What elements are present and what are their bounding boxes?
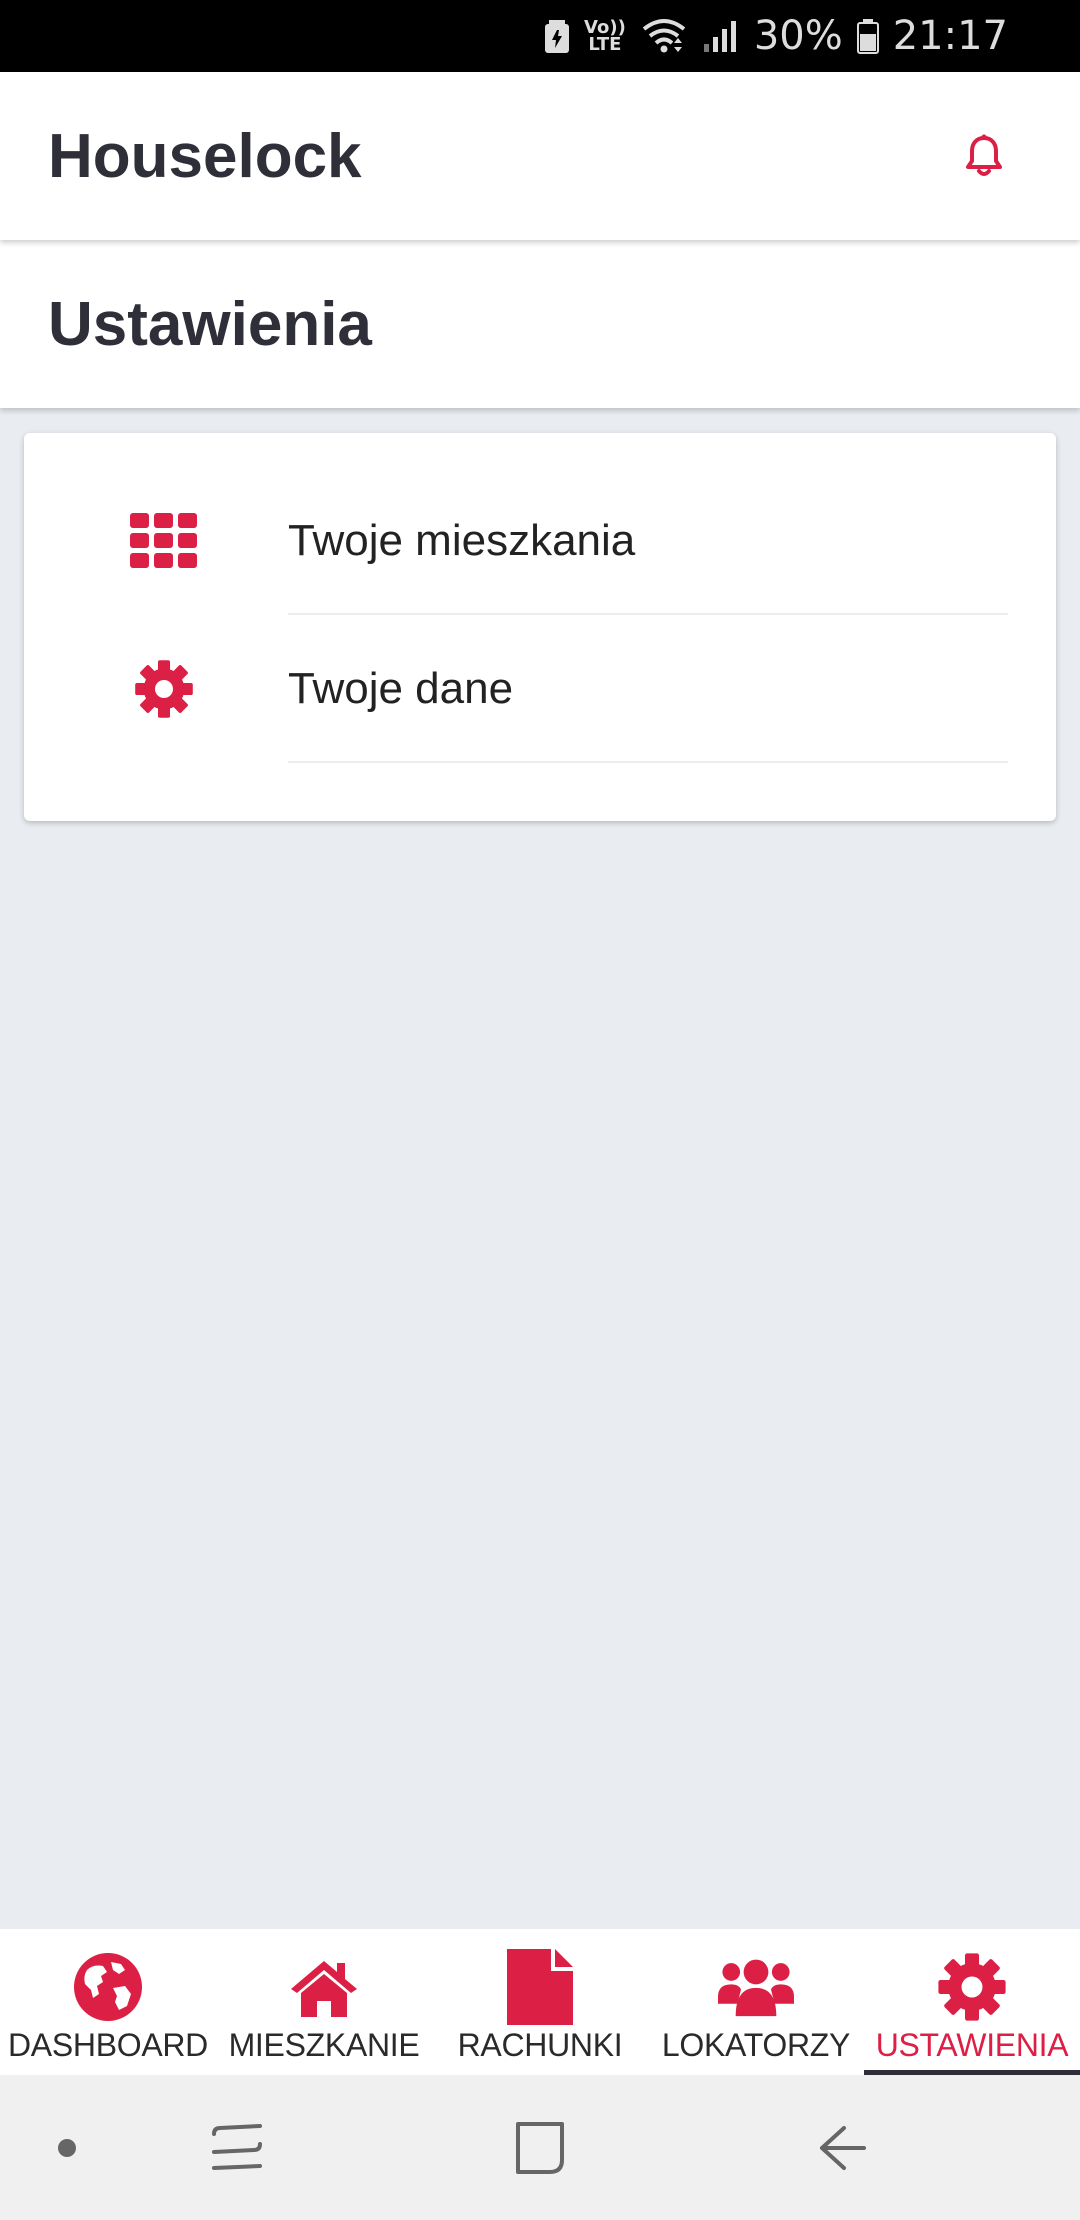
- file-icon: [502, 1949, 578, 2025]
- gear-icon: [129, 654, 199, 724]
- globe-icon: [70, 1949, 146, 2025]
- home-button-icon[interactable]: [514, 2120, 566, 2176]
- nav-tab-apartment[interactable]: MIESZKANIE: [216, 1929, 432, 2075]
- users-icon: [718, 1949, 794, 2025]
- divider: [288, 761, 1008, 763]
- dot-icon[interactable]: [57, 2138, 77, 2158]
- menu-item-label: Twoje mieszkania: [288, 516, 636, 565]
- gear-icon: [934, 1949, 1010, 2025]
- nav-tab-tenants[interactable]: LOKATORZY: [648, 1929, 864, 2075]
- volte-icon: Vo)) LTE: [584, 17, 626, 55]
- recent-apps-icon[interactable]: [210, 2122, 264, 2174]
- clock: 21:17: [892, 13, 1008, 59]
- app-title: Houselock: [48, 121, 362, 191]
- home-icon: [286, 1949, 362, 2025]
- nav-tab-label: RACHUNKI: [457, 2027, 623, 2063]
- nav-tab-settings[interactable]: USTAWIENIA: [864, 1929, 1080, 2075]
- battery-saver-icon: [544, 18, 570, 54]
- nav-tab-bills[interactable]: RACHUNKI: [432, 1929, 648, 2075]
- bottom-navigation: DASHBOARD MIESZKANIE RACHUNKI LOKATORZY …: [0, 1929, 1080, 2075]
- back-icon[interactable]: [816, 2122, 868, 2174]
- battery-icon: [856, 18, 879, 54]
- menu-item-label: Twoje dane: [288, 664, 514, 713]
- wifi-icon: [640, 17, 688, 55]
- signal-icon: [702, 18, 740, 54]
- page-title-bar: Ustawienia: [0, 240, 1080, 408]
- menu-item-your-data[interactable]: Twoje dane: [24, 615, 1056, 763]
- bell-icon: [966, 134, 1002, 176]
- nav-tab-label: MIESZKANIE: [228, 2027, 420, 2063]
- battery-percent: 30%: [753, 13, 843, 59]
- menu-item-your-apartments[interactable]: Twoje mieszkania: [24, 467, 1056, 615]
- nav-tab-label: DASHBOARD: [7, 2027, 208, 2063]
- nav-tab-dashboard[interactable]: DASHBOARD: [0, 1929, 216, 2075]
- grid-icon: [129, 506, 199, 576]
- nav-tab-label: LOKATORZY: [661, 2027, 851, 2063]
- app-header: Houselock: [0, 72, 1080, 240]
- notifications-button[interactable]: [944, 116, 1024, 196]
- nav-tab-label: USTAWIENIA: [875, 2027, 1069, 2063]
- settings-menu-card: Twoje mieszkania Twoje dane: [24, 433, 1056, 821]
- status-bar: Vo)) LTE 30% 21:17: [0, 0, 1080, 72]
- system-navigation-bar: [0, 2075, 1080, 2220]
- page-title: Ustawienia: [48, 289, 372, 359]
